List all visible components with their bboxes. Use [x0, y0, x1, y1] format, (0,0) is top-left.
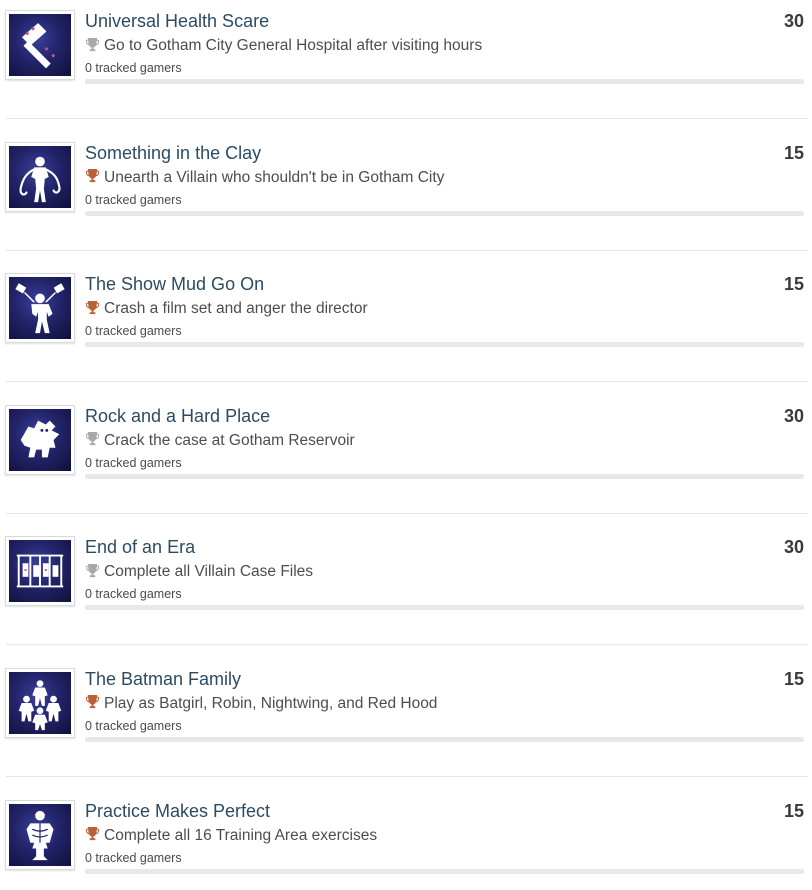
- achievement-row: The Batman Family 15 Play as Batgirl, Ro…: [0, 658, 812, 790]
- progress-bar: [85, 473, 804, 479]
- achievement-title[interactable]: Rock and a Hard Place: [85, 405, 270, 427]
- row-divider: [6, 644, 808, 646]
- achievement-row: Universal Health Scare 30 Go to Gotham C…: [0, 0, 812, 132]
- achievement-description-text: Complete all Villain Case Files: [104, 563, 314, 581]
- achievement-points: 30: [783, 405, 804, 426]
- achievement-description-text: Play as Batgirl, Robin, Nightwing, and R…: [104, 694, 438, 712]
- row-divider: [6, 118, 808, 119]
- achievement-points: 15: [783, 274, 804, 295]
- achievement-points: 30: [783, 537, 804, 558]
- achievement-icon-frame[interactable]: [5, 667, 75, 738]
- achievement-icon-frame[interactable]: [5, 799, 75, 870]
- achievement-description-text: Complete all 16 Training Area exercises: [104, 826, 378, 844]
- bronze-trophy-icon: [85, 694, 100, 709]
- achievement-description: Unearth a Villain who shouldn't be in Go…: [85, 168, 444, 188]
- achievement-list: Universal Health Scare 30 Go to Gotham C…: [0, 0, 812, 890]
- tracked-gamers: 0 tracked gamers: [85, 455, 182, 470]
- row-divider: [6, 775, 808, 777]
- achievement-row: End of an Era 30 Complete all Villain Ca…: [0, 526, 812, 658]
- silver-trophy-icon: [85, 37, 100, 52]
- achievement-description-text: Go to Gotham City General Hospital after…: [104, 37, 483, 54]
- achievement-points: 15: [783, 668, 804, 689]
- achievement-title[interactable]: Practice Makes Perfect: [85, 800, 270, 822]
- silver-trophy-icon: [85, 431, 100, 446]
- bat-family-icon: [9, 671, 71, 734]
- row-divider: [6, 249, 808, 251]
- achievement-description: Play as Batgirl, Robin, Nightwing, and R…: [85, 694, 437, 714]
- tracked-gamers: 0 tracked gamers: [85, 192, 182, 207]
- achievement-points: 15: [783, 800, 804, 821]
- achievement-description-text: Crash a film set and anger the director: [104, 300, 368, 318]
- tracked-gamers: 0 tracked gamers: [85, 324, 182, 339]
- tracked-gamers: 0 tracked gamers: [85, 850, 182, 865]
- progress-bar: [85, 605, 804, 611]
- achievement-icon-frame[interactable]: [5, 10, 75, 80]
- row-divider: [6, 381, 808, 383]
- achievement-title[interactable]: The Show Mud Go On: [85, 273, 264, 295]
- hammer-icon: [9, 14, 71, 76]
- achievement-row: Practice Makes Perfect 15 Complete all 1…: [0, 790, 812, 890]
- achievement-description: Crash a film set and anger the director: [85, 299, 368, 319]
- progress-bar: [85, 79, 804, 84]
- jail-cells-icon: [9, 540, 71, 603]
- training-dummy-icon: [9, 803, 71, 866]
- achievement-points: 30: [783, 11, 804, 31]
- achievement-icon-frame[interactable]: [5, 141, 75, 212]
- progress-bar: [85, 736, 804, 742]
- achievement-description: Complete all Villain Case Files: [85, 562, 313, 582]
- achievement-icon-frame[interactable]: [5, 536, 75, 607]
- achievement-icon-frame[interactable]: [5, 273, 75, 344]
- achievement-row: The Show Mud Go On 15 Crash a film set a…: [0, 263, 812, 395]
- achievement-title[interactable]: End of an Era: [85, 536, 195, 558]
- progress-bar: [85, 342, 804, 348]
- tracked-gamers: 0 tracked gamers: [85, 587, 182, 602]
- progress-bar: [85, 210, 804, 216]
- achievement-description: Complete all 16 Training Area exercises: [85, 826, 377, 846]
- film-set-icon: [9, 277, 71, 340]
- bronze-trophy-icon: [85, 168, 100, 183]
- achievement-description: Go to Gotham City General Hospital after…: [85, 36, 482, 56]
- achievement-description: Crack the case at Gotham Reservoir: [85, 431, 355, 451]
- bronze-trophy-icon: [85, 826, 100, 841]
- achievement-title[interactable]: Something in the Clay: [85, 142, 261, 164]
- achievement-row: Something in the Clay 15 Unearth a Villa…: [0, 132, 812, 264]
- tracked-gamers: 0 tracked gamers: [85, 718, 182, 733]
- achievement-row: Rock and a Hard Place 30 Crack the case …: [0, 395, 812, 527]
- clay-villain-icon: [9, 145, 71, 208]
- achievement-title[interactable]: Universal Health Scare: [85, 10, 269, 32]
- achievement-description-text: Crack the case at Gotham Reservoir: [104, 431, 355, 449]
- tracked-gamers: 0 tracked gamers: [85, 61, 182, 75]
- progress-bar: [85, 868, 804, 874]
- bronze-trophy-icon: [85, 300, 100, 315]
- rock-monster-icon: [9, 408, 71, 471]
- achievement-description-text: Unearth a Villain who shouldn't be in Go…: [104, 168, 445, 186]
- achievement-title[interactable]: The Batman Family: [85, 668, 241, 690]
- achievement-icon-frame[interactable]: [5, 404, 75, 475]
- silver-trophy-icon: [85, 563, 100, 578]
- row-divider: [6, 512, 808, 514]
- achievement-points: 15: [783, 142, 804, 163]
